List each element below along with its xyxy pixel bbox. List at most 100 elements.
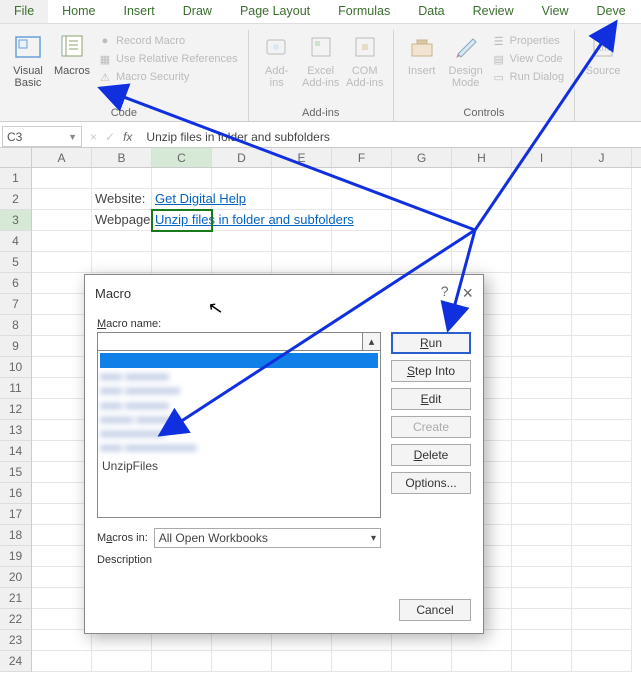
row-header[interactable]: 18 bbox=[0, 525, 32, 546]
cell[interactable] bbox=[212, 252, 272, 273]
col-header[interactable]: D bbox=[212, 148, 272, 167]
row-header[interactable]: 13 bbox=[0, 420, 32, 441]
cell[interactable] bbox=[572, 294, 632, 315]
cell[interactable] bbox=[512, 567, 572, 588]
cell[interactable] bbox=[152, 651, 212, 672]
close-icon[interactable]: × bbox=[462, 283, 473, 304]
tab-data[interactable]: Data bbox=[404, 0, 458, 23]
options-button[interactable]: Options... bbox=[391, 472, 471, 494]
tab-file[interactable]: File bbox=[0, 0, 48, 23]
cell[interactable] bbox=[32, 630, 92, 651]
tab-formulas[interactable]: Formulas bbox=[324, 0, 404, 23]
cell[interactable] bbox=[32, 420, 92, 441]
dialog-titlebar[interactable]: Macro ? × bbox=[85, 275, 483, 312]
collapse-icon[interactable]: ▴ bbox=[363, 332, 381, 351]
cell[interactable] bbox=[392, 168, 452, 189]
cell[interactable] bbox=[32, 294, 92, 315]
cell[interactable] bbox=[32, 357, 92, 378]
properties-button[interactable]: ☰Properties bbox=[492, 32, 564, 50]
cell[interactable] bbox=[32, 525, 92, 546]
cell[interactable] bbox=[92, 231, 152, 252]
cell[interactable] bbox=[572, 441, 632, 462]
cell[interactable] bbox=[392, 189, 452, 210]
row-header[interactable]: 1 bbox=[0, 168, 32, 189]
select-all-corner[interactable] bbox=[0, 148, 32, 168]
cell[interactable] bbox=[572, 336, 632, 357]
cell[interactable] bbox=[512, 336, 572, 357]
col-header[interactable]: I bbox=[512, 148, 572, 167]
cell[interactable] bbox=[572, 567, 632, 588]
cell[interactable] bbox=[32, 651, 92, 672]
run-dialog-button[interactable]: ▭Run Dialog bbox=[492, 68, 564, 86]
cell[interactable] bbox=[32, 504, 92, 525]
cell[interactable] bbox=[392, 651, 452, 672]
cell[interactable] bbox=[32, 273, 92, 294]
chevron-down-icon[interactable]: ▼ bbox=[68, 132, 77, 142]
edit-button[interactable]: Edit bbox=[391, 388, 471, 410]
list-item-unzipfiles[interactable]: UnzipFiles bbox=[100, 458, 378, 474]
cell[interactable] bbox=[572, 504, 632, 525]
row-header[interactable]: 4 bbox=[0, 231, 32, 252]
name-box[interactable]: C3 ▼ bbox=[2, 126, 82, 147]
cell[interactable] bbox=[512, 210, 572, 231]
tab-home[interactable]: Home bbox=[48, 0, 109, 23]
row-header[interactable]: 5 bbox=[0, 252, 32, 273]
cell[interactable] bbox=[512, 252, 572, 273]
cell[interactable] bbox=[152, 231, 212, 252]
cell[interactable] bbox=[512, 651, 572, 672]
cell[interactable] bbox=[512, 525, 572, 546]
webpage-link[interactable]: Unzip files in folder and subfolders bbox=[155, 212, 354, 227]
cell[interactable] bbox=[272, 252, 332, 273]
cell[interactable] bbox=[512, 168, 572, 189]
accept-formula-icon[interactable]: ✓ bbox=[105, 130, 115, 144]
cancel-formula-icon[interactable]: × bbox=[90, 130, 97, 144]
cell[interactable] bbox=[32, 336, 92, 357]
col-header[interactable]: E bbox=[272, 148, 332, 167]
cell[interactable] bbox=[332, 651, 392, 672]
cell[interactable] bbox=[32, 546, 92, 567]
cell[interactable] bbox=[572, 273, 632, 294]
cell[interactable] bbox=[512, 189, 572, 210]
cell[interactable] bbox=[572, 252, 632, 273]
cell[interactable] bbox=[512, 609, 572, 630]
create-button[interactable]: Create bbox=[391, 416, 471, 438]
tab-page-layout[interactable]: Page Layout bbox=[226, 0, 324, 23]
list-item[interactable] bbox=[100, 353, 378, 368]
cell[interactable] bbox=[332, 189, 392, 210]
cell[interactable] bbox=[32, 588, 92, 609]
step-into-button[interactable]: Step Into bbox=[391, 360, 471, 382]
col-header[interactable]: J bbox=[572, 148, 632, 167]
cell[interactable] bbox=[572, 189, 632, 210]
view-code-button[interactable]: ▤View Code bbox=[492, 50, 564, 68]
cell[interactable] bbox=[392, 252, 452, 273]
insert-control-button[interactable]: Insert bbox=[400, 30, 444, 105]
col-header[interactable]: F bbox=[332, 148, 392, 167]
cell[interactable] bbox=[152, 168, 212, 189]
macro-security-button[interactable]: ⚠Macro Security bbox=[98, 68, 238, 86]
row-header[interactable]: 24 bbox=[0, 651, 32, 672]
cell[interactable] bbox=[32, 441, 92, 462]
col-header[interactable]: G bbox=[392, 148, 452, 167]
cell[interactable] bbox=[32, 609, 92, 630]
cell[interactable] bbox=[572, 651, 632, 672]
cell[interactable] bbox=[212, 651, 272, 672]
cell[interactable] bbox=[512, 588, 572, 609]
cell[interactable] bbox=[512, 315, 572, 336]
cell[interactable] bbox=[512, 630, 572, 651]
cell[interactable]: Webpage: bbox=[92, 210, 152, 231]
run-button[interactable]: Run bbox=[391, 332, 471, 354]
row-header[interactable]: 14 bbox=[0, 441, 32, 462]
col-header[interactable]: C bbox=[152, 148, 212, 167]
cell[interactable] bbox=[32, 378, 92, 399]
cell[interactable] bbox=[572, 546, 632, 567]
visual-basic-button[interactable]: Visual Basic bbox=[6, 30, 50, 105]
macro-name-input[interactable] bbox=[97, 332, 363, 351]
cell[interactable] bbox=[32, 210, 92, 231]
cell[interactable] bbox=[272, 189, 332, 210]
tab-developer[interactable]: Deve bbox=[583, 0, 640, 23]
row-header[interactable]: 7 bbox=[0, 294, 32, 315]
source-button[interactable]: xmlSource bbox=[581, 30, 625, 117]
com-addins-button[interactable]: COM Add-ins bbox=[343, 30, 387, 105]
tab-draw[interactable]: Draw bbox=[169, 0, 226, 23]
cell[interactable] bbox=[512, 399, 572, 420]
